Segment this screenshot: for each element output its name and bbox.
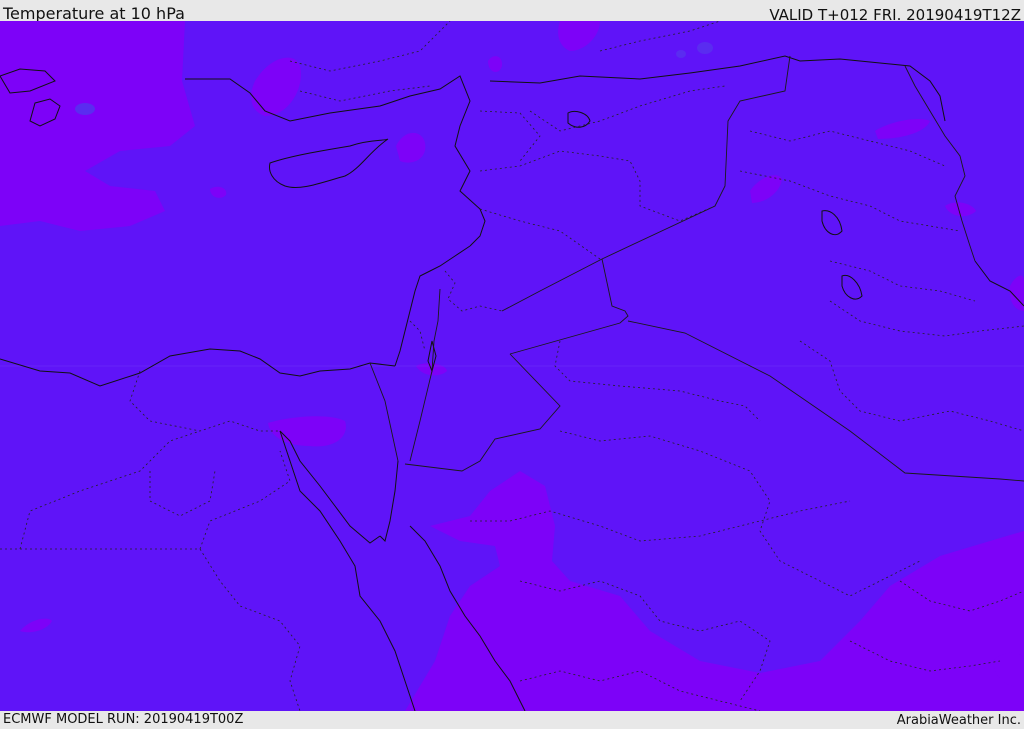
cool-spot-c: [75, 103, 95, 115]
provider-credit: ArabiaWeather Inc.: [896, 713, 1021, 728]
temperature-map: [0, 21, 1024, 711]
cool-spot-a: [697, 42, 713, 54]
map-frame: Temperature at 10 hPa VALID T+012 FRI. 2…: [0, 0, 1024, 729]
cool-spot-b: [676, 50, 686, 58]
model-run-label: ECMWF MODEL RUN: 20190419T00Z: [3, 712, 244, 727]
